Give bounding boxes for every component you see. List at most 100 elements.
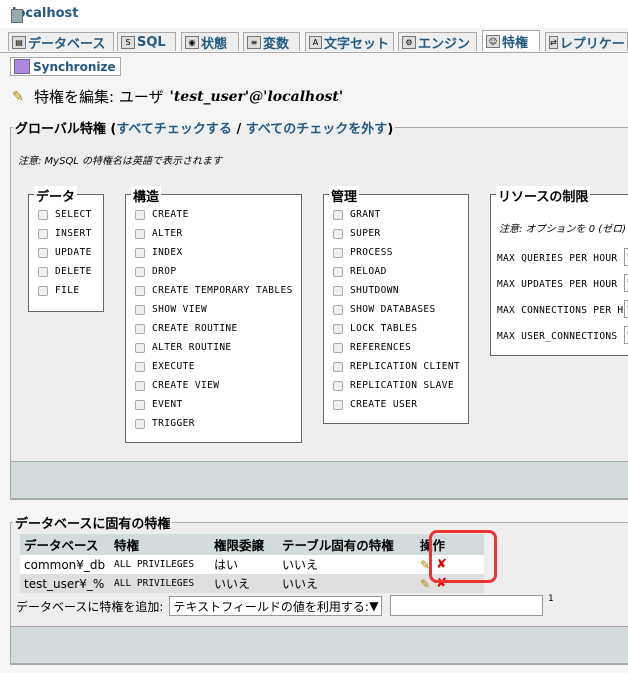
limits-note: 注意: オプションを 0 (ゼロ) に <box>499 224 628 235</box>
uncheck-all-link[interactable]: すべてのチェックを外す <box>246 122 388 137</box>
tab-databases[interactable]: ▤ データベース <box>8 32 114 51</box>
tab-variables[interactable]: ≡ 変数 <box>243 32 300 51</box>
priv-update[interactable]: UPDATE <box>38 247 92 258</box>
edit-privileges-icon[interactable]: ✎ <box>420 577 430 591</box>
structure-group-label: 構造 <box>131 186 162 205</box>
check-all-link[interactable]: すべてチェックする <box>116 122 232 137</box>
priv-show-view[interactable]: SHOW VIEW <box>135 304 207 315</box>
priv-event[interactable]: EVENT <box>135 399 183 410</box>
checkbox[interactable] <box>38 247 48 258</box>
checkbox[interactable] <box>333 209 343 220</box>
priv-grant[interactable]: GRANT <box>333 209 381 220</box>
checkbox[interactable] <box>38 266 48 277</box>
priv-shutdown[interactable]: SHUTDOWN <box>333 285 399 296</box>
tab-engines[interactable]: ⚙ エンジン <box>398 32 477 51</box>
database-name-input[interactable] <box>390 595 543 616</box>
replication-icon: ⇄ <box>549 35 558 49</box>
priv-file[interactable]: FILE <box>38 285 79 296</box>
priv-reload[interactable]: RELOAD <box>333 266 387 277</box>
priv-drop[interactable]: DROP <box>135 266 176 277</box>
priv-create-routine[interactable]: CREATE ROUTINE <box>135 323 238 334</box>
tab-status[interactable]: ◉ 状態 <box>181 32 239 51</box>
tab-charset[interactable]: A 文字セット <box>305 32 394 51</box>
checkbox[interactable] <box>333 228 343 239</box>
priv-create-user[interactable]: CREATE USER <box>333 399 417 410</box>
checkbox[interactable] <box>333 285 343 296</box>
edit-pencil-icon: ✎ <box>12 88 24 105</box>
checkbox[interactable] <box>38 228 48 239</box>
table-row: test_user¥_% ALL PRIVILEGES いいえ いいえ ✎ ✘ <box>20 574 484 593</box>
priv-trigger[interactable]: TRIGGER <box>135 418 195 429</box>
priv-references[interactable]: REFERENCES <box>333 342 411 353</box>
priv-lock-tables[interactable]: LOCK TABLES <box>333 323 417 334</box>
priv-super[interactable]: SUPER <box>333 228 381 239</box>
limit-label-max-connections: MAX CONNECTIONS PER HO <box>497 305 628 316</box>
data-privileges-group: データ SELECT INSERT UPDATE DELETE FILE <box>28 186 104 312</box>
structure-privileges-group: 構造 CREATE ALTER INDEX DROP CREATE TEMPOR… <box>125 186 302 443</box>
tab-sql[interactable]: S SQL <box>117 32 176 51</box>
checkbox[interactable] <box>38 285 48 296</box>
priv-insert[interactable]: INSERT <box>38 228 92 239</box>
main-tabs: ▤ データベース S SQL ◉ 状態 ≡ 変数 A 文字セット ⚙ エンジン ☺ 特権 ⇄ レ… <box>0 30 628 53</box>
add-db-privileges-label: データベースに特権を追加: <box>16 599 164 614</box>
checkbox[interactable] <box>135 209 145 220</box>
cell-database: common¥_db <box>20 555 110 574</box>
checkbox[interactable] <box>135 361 145 372</box>
cell-privileges: ALL PRIVILEGES <box>110 555 210 574</box>
checkbox[interactable] <box>135 380 145 391</box>
checkbox[interactable] <box>135 399 145 410</box>
global-privileges-footer <box>10 461 628 499</box>
data-group-label: データ <box>34 186 78 205</box>
checkbox[interactable] <box>135 247 145 258</box>
checkbox[interactable] <box>333 361 343 372</box>
priv-create[interactable]: CREATE <box>135 209 189 220</box>
priv-create-temporary-tables[interactable]: CREATE TEMPORARY TABLES <box>135 285 293 296</box>
server-icon <box>11 9 23 23</box>
checkbox[interactable] <box>333 399 343 410</box>
priv-alter[interactable]: ALTER <box>135 228 183 239</box>
checkbox[interactable] <box>135 323 145 334</box>
priv-replication-client[interactable]: REPLICATION CLIENT <box>333 361 460 372</box>
priv-process[interactable]: PROCESS <box>333 247 393 258</box>
max-connections-input[interactable]: 0 <box>624 300 628 318</box>
priv-select[interactable]: SELECT <box>38 209 92 220</box>
cell-database: test_user¥_% <box>20 574 110 593</box>
priv-create-view[interactable]: CREATE VIEW <box>135 380 219 391</box>
synchronize-icon <box>14 59 30 74</box>
checkbox[interactable] <box>333 304 343 315</box>
tab-synchronize[interactable]: Synchronize <box>10 57 121 76</box>
priv-alter-routine[interactable]: ALTER ROUTINE <box>135 342 232 353</box>
column-header: データベース <box>20 534 110 555</box>
add-db-privileges-row: データベースに特権を追加: テキストフィールドの値を利用する: ▼ <box>16 596 383 616</box>
max-updates-input[interactable]: 0 <box>624 274 628 292</box>
checkbox[interactable] <box>135 342 145 353</box>
status-icon: ◉ <box>185 35 199 49</box>
max-queries-input[interactable]: 0 <box>624 248 628 266</box>
server-link[interactable]: localhost <box>11 6 78 23</box>
admin-group-label: 管理 <box>329 186 360 205</box>
priv-replication-slave[interactable]: REPLICATION SLAVE <box>333 380 454 391</box>
tab-replication[interactable]: ⇄ レプリケー <box>545 32 628 51</box>
checkbox[interactable] <box>135 285 145 296</box>
checkbox[interactable] <box>333 323 343 334</box>
database-select[interactable]: テキストフィールドの値を利用する: ▼ <box>169 596 383 616</box>
checkbox[interactable] <box>333 247 343 258</box>
priv-delete[interactable]: DELETE <box>38 266 92 277</box>
cell-grant: はい <box>210 555 278 574</box>
checkbox[interactable] <box>135 228 145 239</box>
checkbox[interactable] <box>135 418 145 429</box>
checkbox[interactable] <box>135 304 145 315</box>
limit-label-max-user-connections: MAX USER_CONNECTIONS <box>497 331 618 342</box>
priv-execute[interactable]: EXECUTE <box>135 361 195 372</box>
column-header: 権限委譲 <box>210 534 278 555</box>
checkbox[interactable] <box>38 209 48 220</box>
checkbox[interactable] <box>333 342 343 353</box>
table-header-row: データベース 特権 権限委譲 テーブル固有の特権 操作 <box>20 534 484 555</box>
checkbox[interactable] <box>333 380 343 391</box>
tab-privileges[interactable]: ☺ 特権 <box>482 30 540 51</box>
max-user-connections-input[interactable]: 0 <box>624 326 628 344</box>
checkbox[interactable] <box>135 266 145 277</box>
priv-show-databases[interactable]: SHOW DATABASES <box>333 304 436 315</box>
checkbox[interactable] <box>333 266 343 277</box>
priv-index[interactable]: INDEX <box>135 247 183 258</box>
